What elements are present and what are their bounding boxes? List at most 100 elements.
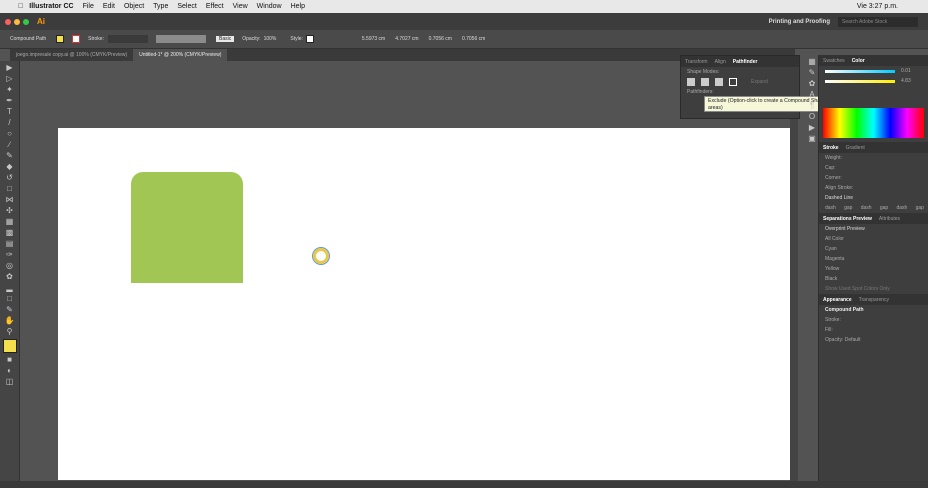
minimize-window-icon[interactable] [14,18,20,25]
column-graph-tool-icon[interactable]: ▂ [4,284,16,292]
tab-pathfinder[interactable]: Pathfinder [733,59,758,65]
color-mode-icon[interactable]: ■ [4,356,16,364]
width-field[interactable]: 0.7056 cm [429,36,452,42]
ink-magenta[interactable]: Magenta [819,254,928,264]
ink-cyan[interactable]: Cyan [819,244,928,254]
menu-edit[interactable]: Edit [103,3,115,10]
direct-selection-tool-icon[interactable]: ▷ [4,75,16,83]
symbols-icon[interactable]: ✿ [806,80,818,88]
brushes-icon[interactable]: ✎ [806,69,818,77]
tab-appearance[interactable]: Appearance [823,297,852,303]
compound-path-object[interactable] [313,248,329,264]
tab-separations-preview[interactable]: Separations Preview [823,216,872,222]
style-swatch[interactable] [305,35,314,43]
x-field[interactable]: 5.5973 cm [362,36,385,42]
app-name[interactable]: Illustrator CC [29,3,73,10]
zoom-tool-icon[interactable]: ⚲ [4,328,16,336]
magic-wand-tool-icon[interactable]: ✦ [4,86,16,94]
yellow-slider[interactable]: 4.83 [819,76,928,86]
expand-button[interactable]: Expand [751,79,768,85]
tab-transform[interactable]: Transform [685,59,708,65]
tab-attributes[interactable]: Attributes [879,216,900,222]
yellow-value[interactable]: 4.83 [901,78,911,84]
appearance-fill[interactable]: Fill: [819,325,928,335]
perspective-grid-tool-icon[interactable]: ▦ [4,218,16,226]
blend-tool-icon[interactable]: ◎ [4,262,16,270]
menu-window[interactable]: Window [257,3,282,10]
y-field[interactable]: 4.7027 cm [395,36,418,42]
rotate-tool-icon[interactable]: ↺ [4,174,16,182]
height-field[interactable]: 0.7056 cm [462,36,485,42]
tab-stroke[interactable]: Stroke [823,145,839,151]
appearance-stroke[interactable]: Stroke: [819,315,928,325]
tab-swatches[interactable]: Swatches [823,58,845,64]
mesh-tool-icon[interactable]: ▩ [4,229,16,237]
exclude-button[interactable] [729,78,737,86]
type-tool-icon[interactable]: T [4,108,16,116]
slice-tool-icon[interactable]: ✎ [4,306,16,314]
workspace-switcher[interactable]: Printing and Proofing [769,19,830,25]
tab-gradient[interactable]: Gradient [846,145,865,151]
cyan-value[interactable]: 0.01 [901,68,911,74]
eraser-tool-icon[interactable]: ◆ [4,163,16,171]
opentype-icon[interactable]: O [806,113,818,121]
apple-icon[interactable]:  [18,3,23,10]
brush-definition[interactable]: Basic [215,36,235,42]
unite-button[interactable] [687,78,695,86]
appearance-opacity[interactable]: Opacity: Default [819,335,928,345]
pencil-tool-icon[interactable]: ✎ [4,152,16,160]
stroke-swatch[interactable] [72,35,81,43]
selection-tool-icon[interactable]: ▶ [4,64,16,72]
width-tool-icon[interactable]: ⋈ [4,196,16,204]
ellipse-tool-icon[interactable]: ○ [4,130,16,138]
menu-file[interactable]: File [83,3,94,10]
tab-align[interactable]: Align [715,59,726,65]
tab-color[interactable]: Color [852,58,865,64]
menu-help[interactable]: Help [291,3,305,10]
dashed-line-checkbox[interactable]: Dashed Line [819,193,928,203]
variable-width-field[interactable] [155,35,206,43]
links-icon[interactable]: ▶ [806,124,818,132]
stroke-weight-field[interactable] [107,35,148,43]
tab-transparency[interactable]: Transparency [859,297,889,303]
opacity-field[interactable]: 100% [264,36,277,42]
ink-black[interactable]: Black [819,274,928,284]
menu-object[interactable]: Object [124,3,144,10]
tab-joego-document[interactable]: joego.impresale copy.ai @ 100% (CMYK/Pre… [10,49,133,61]
paragraph-icon[interactable]: ¶ [806,102,818,110]
artboard-tool-icon[interactable]: □ [4,295,16,303]
close-window-icon[interactable] [5,18,11,25]
green-rounded-shape[interactable] [131,172,243,283]
gradient-tool-icon[interactable]: ▤ [4,240,16,248]
ink-all-color[interactable]: All Color [819,234,928,244]
character-icon[interactable]: A [806,91,818,99]
clock[interactable]: Vie 3:27 p.m. [857,3,898,10]
stock-search-input[interactable]: Search Adobe Stock [838,16,918,27]
vertical-scrollbar[interactable] [790,61,798,481]
fill-stroke-icon[interactable] [2,339,17,353]
eyedropper-tool-icon[interactable]: ✑ [4,251,16,259]
ink-yellow[interactable]: Yellow [819,264,928,274]
swatches-icon[interactable]: ▦ [806,58,818,66]
color-spectrum[interactable] [823,108,924,138]
zoom-window-icon[interactable] [23,18,29,25]
minus-front-button[interactable] [701,78,709,86]
tab-untitled-document[interactable]: Untitled-1* @ 200% (CMYK/Preview) [133,49,228,61]
intersect-button[interactable] [715,78,723,86]
draw-mode-icon[interactable]: ◐ [4,367,16,375]
overprint-preview-checkbox[interactable]: Overprint Preview [819,224,928,234]
fill-swatch[interactable] [56,35,65,43]
menu-type[interactable]: Type [153,3,168,10]
layers-icon[interactable]: ▣ [806,135,818,143]
paintbrush-tool-icon[interactable]: ∕ [4,141,16,149]
cyan-slider[interactable]: 0.01 [819,66,928,76]
symbol-sprayer-tool-icon[interactable]: ✿ [4,273,16,281]
menu-effect[interactable]: Effect [206,3,224,10]
pen-tool-icon[interactable]: ✒ [4,97,16,105]
shape-builder-tool-icon[interactable]: ✣ [4,207,16,215]
show-used-spot-colors[interactable]: Show Used Spot Colors Only [819,284,928,294]
scale-tool-icon[interactable]: □ [4,185,16,193]
menu-view[interactable]: View [233,3,248,10]
hand-tool-icon[interactable]: ✋ [4,317,16,325]
line-tool-icon[interactable]: / [4,119,16,127]
